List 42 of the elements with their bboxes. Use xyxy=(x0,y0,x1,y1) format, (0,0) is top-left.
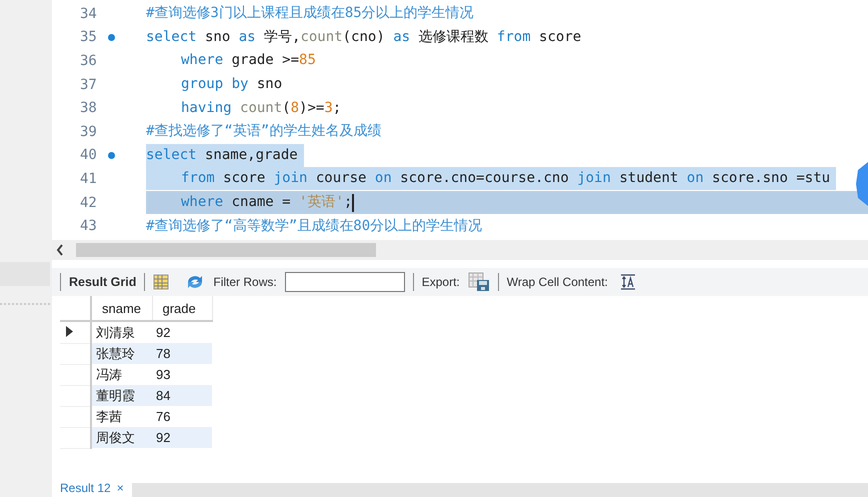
table-cell: 周俊文 xyxy=(91,427,152,448)
table-cell: 董明霞 xyxy=(91,385,152,406)
line-number: 43 xyxy=(80,218,97,234)
grid-columns-icon[interactable] xyxy=(153,274,170,290)
scrollbar-thumb[interactable] xyxy=(76,243,376,257)
code-line: #查询选修了“高等数学”且成绩在80分以上的学生情况 xyxy=(146,216,482,236)
line-number: 37 xyxy=(80,76,97,93)
line-number: 39 xyxy=(80,124,97,140)
filter-rows-label: Filter Rows: xyxy=(213,275,277,289)
export-label: Export: xyxy=(422,275,460,289)
code-line: #查询选修3门以上课程且成绩在85分以上的学生情况 xyxy=(146,4,474,24)
line-number: 34 xyxy=(80,6,97,22)
table-cell: 刘清泉 xyxy=(91,321,152,343)
filter-rows-field[interactable] xyxy=(284,272,405,292)
code-line: group by sno xyxy=(180,75,282,94)
table-cell: 92 xyxy=(152,427,212,448)
wrap-cell-content-label: Wrap Cell Content: xyxy=(506,275,608,289)
close-icon[interactable]: × xyxy=(116,481,124,495)
table-cell: 93 xyxy=(152,364,212,385)
wrap-text-icon[interactable] xyxy=(620,274,636,290)
table-cell: 92 xyxy=(152,321,212,343)
table-cell: 84 xyxy=(152,385,212,406)
code-line: #查找选修了“英语”的学生姓名及成绩 xyxy=(146,122,382,142)
table-cell: 冯涛 xyxy=(91,364,152,385)
line-number: 38 xyxy=(80,100,97,116)
code-line: having count(8)>=3; xyxy=(180,98,342,118)
line-number: 41 xyxy=(80,170,97,187)
export-save-icon[interactable] xyxy=(468,272,490,292)
table-cell: 78 xyxy=(152,343,212,364)
table-cell: 76 xyxy=(152,406,212,427)
chevron-left-icon[interactable] xyxy=(56,244,64,256)
code-line: select sno as 学号,count(cno) as 选修课程数 from score xyxy=(146,28,582,47)
line-number: 40 xyxy=(80,147,97,164)
line-number: 35 xyxy=(80,29,97,46)
hexagon-widget-icon[interactable] xyxy=(856,162,868,206)
table-cell: 张慧玲 xyxy=(91,343,152,364)
result-grid-tab[interactable]: Result Grid xyxy=(69,275,136,289)
line-number: 36 xyxy=(80,52,97,69)
line-number: 42 xyxy=(80,194,97,211)
code-line: where grade >=85 xyxy=(180,51,316,70)
code-line: where cname = '英语'; xyxy=(180,193,352,212)
table-cell: 李茜 xyxy=(91,406,152,427)
